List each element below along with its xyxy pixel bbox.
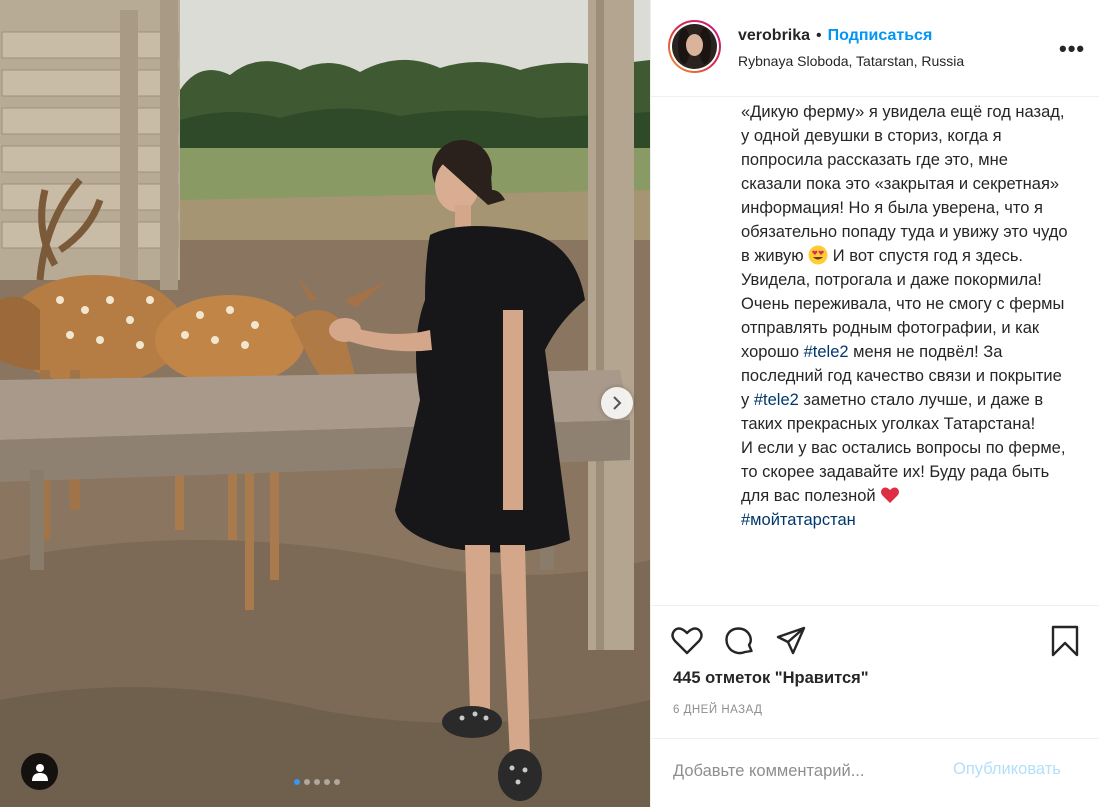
share-icon (776, 626, 806, 655)
bookmark-icon (1051, 625, 1079, 657)
comment-input[interactable] (673, 758, 933, 784)
avatar[interactable] (668, 20, 721, 73)
tagged-users-button[interactable] (21, 753, 58, 790)
caption-text: «Дикую ферму» я увидела ещё год назад, у… (741, 103, 1068, 265)
caption-scroll-area[interactable]: «Дикую ферму» я увидела ещё год назад, у… (651, 98, 1099, 605)
carousel-dot (314, 779, 320, 785)
carousel-indicator (294, 779, 340, 785)
heart-eyes-emoji-icon (808, 245, 828, 265)
likes-count[interactable]: 445 отметок "Нравится" (673, 669, 869, 688)
location-link[interactable]: Rybnaya Sloboda, Tatarstan, Russia (738, 53, 964, 69)
username-link[interactable]: verobrika (738, 27, 810, 45)
photo-scene (0, 0, 650, 807)
like-button[interactable] (670, 624, 704, 658)
follow-button[interactable]: Подписаться (828, 27, 933, 45)
post-timestamp[interactable]: 6 дней назад (673, 704, 762, 716)
user-line: verobrika • Подписаться (738, 27, 932, 45)
comment-form: Опубликовать (651, 738, 1099, 807)
instagram-post: verobrika • Подписаться Rybnaya Sloboda,… (0, 0, 1099, 807)
post-header: verobrika • Подписаться Rybnaya Sloboda,… (651, 0, 1099, 97)
more-options-button[interactable]: ••• (1059, 36, 1085, 62)
post-actions: 445 отметок "Нравится" 6 дней назад (651, 605, 1099, 755)
post-caption: «Дикую ферму» я увидела ещё год назад, у… (741, 100, 1071, 532)
carousel-dot (294, 779, 300, 785)
carousel-dot (304, 779, 310, 785)
comment-button[interactable] (722, 624, 756, 658)
separator-dot: • (816, 27, 822, 44)
chevron-right-icon (613, 396, 622, 410)
hashtag-link[interactable]: #мойтатарстан (741, 511, 856, 529)
share-button[interactable] (774, 624, 808, 658)
post-comment-button[interactable]: Опубликовать (953, 760, 1061, 779)
hashtag-link[interactable]: #tele2 (804, 343, 849, 361)
next-slide-button[interactable] (601, 387, 633, 419)
post-photo[interactable] (0, 0, 650, 807)
save-button[interactable] (1048, 624, 1082, 658)
user-icon (31, 763, 48, 781)
carousel-dot (324, 779, 330, 785)
post-sidebar: verobrika • Подписаться Rybnaya Sloboda,… (650, 0, 1099, 807)
caption-text: И если у вас остались вопросы по ферме, … (741, 439, 1066, 505)
heart-icon (671, 627, 703, 655)
carousel-dot (334, 779, 340, 785)
red-heart-emoji-icon (881, 487, 900, 503)
comment-icon (725, 627, 753, 655)
hashtag-link[interactable]: #tele2 (754, 391, 799, 409)
